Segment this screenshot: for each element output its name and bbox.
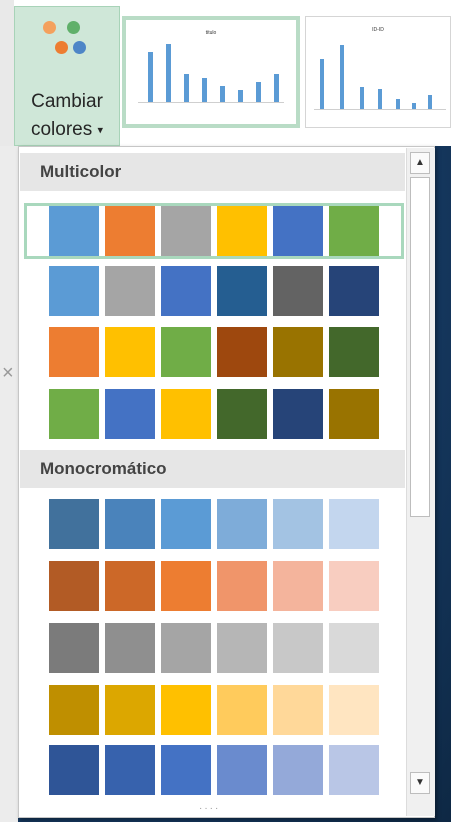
chart-style-thumbnail[interactable]: ID-ID — [305, 16, 451, 128]
color-swatch — [161, 389, 211, 439]
ribbon-left-edge — [0, 0, 14, 146]
color-swatch — [49, 266, 99, 316]
color-swatch — [329, 389, 379, 439]
thumbnail-bar — [166, 44, 171, 102]
chart-style-thumbnail[interactable]: titulo — [122, 16, 300, 128]
color-swatch — [329, 561, 379, 611]
color-swatch — [161, 685, 211, 735]
color-swatch — [329, 266, 379, 316]
color-swatch — [217, 745, 267, 795]
color-gallery-dropdown: Multicolor Monocromático ···· ▲ ▼ — [18, 146, 435, 818]
color-swatch — [217, 389, 267, 439]
close-icon: × — [2, 362, 14, 384]
color-swatch — [105, 685, 155, 735]
thumbnail-axis — [138, 102, 284, 103]
color-swatch — [217, 206, 267, 256]
color-swatch — [217, 327, 267, 377]
color-swatch — [329, 499, 379, 549]
color-swatch — [161, 561, 211, 611]
color-swatch — [329, 206, 379, 256]
color-swatch — [49, 389, 99, 439]
color-swatch — [49, 745, 99, 795]
color-swatch — [273, 561, 323, 611]
ribbon: Cambiar colores ▾ titulo ID-ID — [0, 0, 451, 146]
change-colors-label: colores ▾ — [15, 119, 119, 141]
resize-grip-icon[interactable]: ···· — [199, 803, 220, 814]
color-swatch — [273, 266, 323, 316]
color-swatch — [273, 685, 323, 735]
color-swatch — [49, 327, 99, 377]
color-swatch — [105, 745, 155, 795]
section-header-monochromatic: Monocromático — [20, 450, 405, 488]
color-swatch — [105, 327, 155, 377]
color-swatch — [273, 623, 323, 673]
thumbnail-bar — [378, 89, 382, 109]
color-swatch — [49, 561, 99, 611]
vertical-scrollbar[interactable]: ▲ ▼ — [406, 148, 435, 816]
color-swatch — [161, 266, 211, 316]
change-colors-button[interactable]: Cambiar colores ▾ — [14, 6, 120, 146]
color-swatch — [161, 623, 211, 673]
color-swatch — [329, 623, 379, 673]
color-swatch — [105, 389, 155, 439]
color-swatch — [161, 327, 211, 377]
thumbnail-bar — [428, 95, 432, 109]
color-swatch — [329, 745, 379, 795]
thumbnail-bar — [184, 74, 189, 102]
color-swatch — [49, 685, 99, 735]
color-swatch — [217, 561, 267, 611]
color-palette-icon — [37, 15, 97, 75]
color-swatch — [217, 623, 267, 673]
color-swatch — [49, 206, 99, 256]
thumbnail-bar — [202, 78, 207, 102]
color-swatch — [273, 327, 323, 377]
change-colors-label-text: colores — [30, 119, 93, 140]
color-swatch — [105, 206, 155, 256]
color-swatch — [329, 685, 379, 735]
palette-dot — [55, 41, 68, 54]
color-swatch — [105, 266, 155, 316]
color-swatch — [105, 623, 155, 673]
thumbnail-title: ID-ID — [372, 27, 384, 33]
thumbnail-bar — [148, 52, 153, 102]
worksheet-edge: × — [0, 146, 18, 822]
thumbnail-bar — [360, 87, 364, 109]
color-swatch — [49, 623, 99, 673]
change-colors-label: Cambiar — [31, 91, 103, 112]
thumbnail-axis — [314, 109, 446, 110]
color-swatch — [273, 206, 323, 256]
thumbnail-title: titulo — [205, 30, 217, 36]
color-swatch — [105, 561, 155, 611]
thumbnail-bar — [412, 103, 416, 109]
thumbnail-bar — [396, 99, 400, 109]
color-swatch — [161, 745, 211, 795]
color-swatch — [217, 266, 267, 316]
section-title: Monocromático — [40, 459, 167, 478]
palette-dot — [67, 21, 80, 34]
color-swatch — [217, 685, 267, 735]
section-title: Multicolor — [40, 162, 122, 181]
scroll-down-icon[interactable]: ▼ — [410, 772, 430, 794]
color-swatch — [273, 389, 323, 439]
thumbnail-bar — [320, 59, 324, 109]
color-swatch — [105, 499, 155, 549]
color-swatch — [49, 499, 99, 549]
color-swatch — [161, 206, 211, 256]
thumbnail-bar — [256, 82, 261, 102]
color-swatch — [329, 327, 379, 377]
palette-dot — [43, 21, 56, 34]
chevron-down-icon: ▾ — [97, 124, 104, 137]
color-swatch — [217, 499, 267, 549]
section-header-multicolor: Multicolor — [20, 153, 405, 191]
scroll-up-icon[interactable]: ▲ — [410, 152, 430, 174]
thumbnail-bar — [274, 74, 279, 102]
palette-dot — [73, 41, 86, 54]
color-swatch — [273, 499, 323, 549]
thumbnail-bar — [220, 86, 225, 102]
thumbnail-bar — [238, 90, 243, 102]
color-swatch — [161, 499, 211, 549]
scroll-thumb[interactable] — [410, 177, 430, 517]
thumbnail-bar — [340, 45, 344, 109]
color-swatch — [273, 745, 323, 795]
